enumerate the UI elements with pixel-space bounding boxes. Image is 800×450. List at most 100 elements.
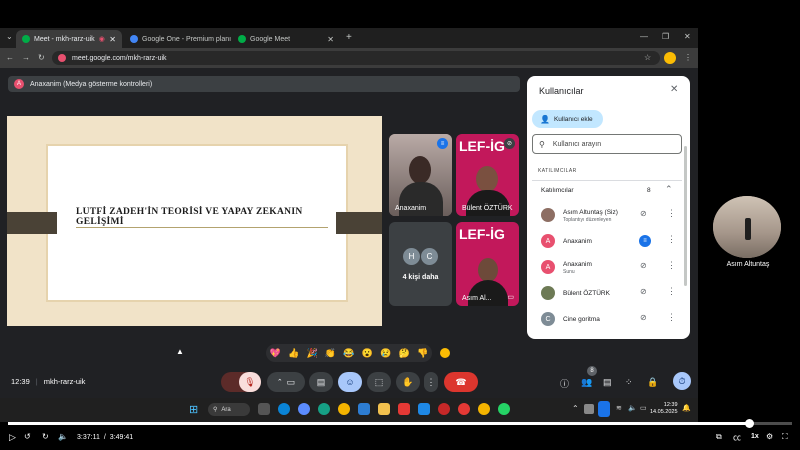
reaction-thumbs-down[interactable]: 👎 (417, 348, 428, 359)
chevron-up-icon[interactable]: ⌃ (572, 404, 579, 413)
captions-icon[interactable]: ㏄ (733, 432, 741, 443)
menu-kebab-icon[interactable]: ⋮ (684, 53, 692, 62)
tray-app-icon[interactable] (584, 404, 594, 414)
whatsapp-icon[interactable] (498, 403, 510, 415)
participant-row[interactable]: A Anaxanim Sunu ⊘ ⋮ (527, 256, 690, 278)
chevron-up-icon[interactable]: ⌃ (665, 184, 673, 195)
tab-search-icon[interactable]: ⌄ (6, 32, 13, 41)
taskbar-clock[interactable]: 12:39 14.05.2025 (650, 402, 678, 416)
close-icon[interactable]: ✕ (670, 84, 678, 95)
seek-knob[interactable] (745, 419, 754, 428)
rewind-icon[interactable]: ↺ (24, 432, 31, 441)
emoji-button[interactable]: ☺ (338, 372, 362, 392)
settings-app-icon[interactable] (278, 403, 290, 415)
participant-row[interactable]: A Anaxanim ≡ ⋮ (527, 230, 690, 252)
fullscreen-icon[interactable]: ⛶ (782, 432, 788, 442)
media-app-icon[interactable] (438, 403, 450, 415)
chat-icon[interactable]: ▤ (603, 377, 612, 388)
more-options-icon[interactable]: ⋮ (667, 208, 676, 219)
present-button[interactable]: ⬚ (367, 372, 391, 392)
new-tab-icon[interactable]: + (346, 32, 352, 43)
minimize-icon[interactable]: — (640, 32, 648, 41)
site-info-icon[interactable] (58, 54, 66, 62)
scrollbar[interactable] (684, 146, 687, 286)
volume-icon[interactable]: 🔈 (628, 404, 637, 412)
timer-icon[interactable]: ⏱ (673, 372, 691, 390)
tab-google-one[interactable]: Google One - Premium planı ✕ (124, 30, 232, 48)
reaction-clap[interactable]: 👏 (325, 348, 336, 359)
chrome-active-icon[interactable] (478, 403, 490, 415)
windows-start-icon[interactable]: ⊞ (189, 403, 198, 416)
more-options-icon[interactable]: ⋮ (667, 312, 676, 323)
playback-speed[interactable]: 1x (751, 433, 759, 440)
info-icon[interactable]: ⓘ (560, 377, 569, 390)
participant-tile-anaxanim[interactable]: ≡ Anaxanim (389, 134, 452, 216)
reaction-heart[interactable]: 💖 (270, 348, 281, 359)
participant-tile-asim[interactable]: LEF-İG Asım Al... ▭ (456, 222, 519, 306)
photos-icon[interactable] (358, 403, 370, 415)
people-icon[interactable]: 👥 (581, 377, 592, 388)
taskbar-search[interactable]: ⚲ Ara (208, 403, 250, 416)
edge-icon[interactable] (318, 403, 330, 415)
leave-call-button[interactable]: ☎ (444, 372, 478, 392)
copilot-icon[interactable] (298, 403, 310, 415)
presenting-banner[interactable]: A Anaxanim (Medya gösterme kontrolleri) (8, 76, 520, 92)
tray-mic-icon[interactable] (598, 401, 610, 417)
wifi-icon[interactable]: ≋ (616, 404, 622, 412)
youtube-icon[interactable] (398, 403, 410, 415)
participants-group-header[interactable]: Katılımcılar 8 ⌃ (532, 180, 682, 199)
task-view-icon[interactable] (258, 403, 270, 415)
more-participants-tile[interactable]: H C 4 kişi daha (389, 222, 452, 306)
file-explorer-icon[interactable] (378, 403, 390, 415)
raise-hand-button[interactable]: ✋ (396, 372, 420, 392)
host-controls-icon[interactable]: 🔒 (647, 377, 658, 388)
current-time: 3:37:11 (77, 434, 100, 441)
mic-off-icon[interactable]: 🎙 (239, 372, 261, 392)
self-video-bubble[interactable] (713, 196, 781, 258)
more-options-button[interactable]: ⋮ (424, 372, 438, 392)
address-bar[interactable]: meet.google.com/mkh-rarz-uik (52, 51, 660, 65)
back-icon[interactable]: ← (6, 53, 14, 62)
reaction-sad[interactable]: 😢 (380, 348, 391, 359)
notification-icon[interactable]: 🔔 (682, 404, 691, 412)
activities-icon[interactable]: ⁘ (625, 377, 633, 388)
skin-tone-icon[interactable] (440, 348, 450, 358)
restore-icon[interactable]: ❐ (662, 32, 669, 41)
tab-google-meet[interactable]: Google Meet ✕ (232, 30, 340, 48)
camera-toggle[interactable]: ⌃ ▭ (267, 372, 305, 392)
tab-meet[interactable]: Meet - mkh-rarz-uik ◉ ✕ (16, 30, 122, 48)
forward-icon[interactable]: ↻ (42, 432, 49, 441)
participant-row[interactable]: Bülent ÖZTÜRK ⊘ ⋮ (527, 282, 690, 304)
participant-row[interactable]: C Cine goritma ⊘ ⋮ (527, 308, 690, 330)
close-icon[interactable]: ✕ (109, 35, 116, 44)
more-options-icon[interactable]: ⋮ (667, 260, 676, 271)
reaction-laugh[interactable]: 😂 (343, 348, 354, 359)
search-input[interactable]: ⚲ Kullanıcı arayın (532, 134, 682, 154)
reload-icon[interactable]: ↻ (38, 53, 45, 62)
play-icon[interactable]: ▷ (9, 432, 16, 443)
reaction-thinking[interactable]: 🤔 (399, 348, 410, 359)
profile-avatar[interactable] (664, 52, 676, 64)
forward-icon[interactable]: → (22, 53, 30, 62)
app-icon[interactable] (418, 403, 430, 415)
cast-icon[interactable]: ⧉ (716, 432, 722, 442)
settings-gear-icon[interactable]: ⚙ (766, 432, 773, 441)
participant-row[interactable]: Asım Altuntaş (Siz) Toplantıyı düzenleye… (527, 204, 690, 226)
bookmark-star-icon[interactable]: ☆ (644, 53, 651, 62)
close-window-icon[interactable]: ✕ (684, 32, 691, 41)
chrome-profile-icon[interactable] (458, 403, 470, 415)
reaction-surprised[interactable]: 😮 (362, 348, 373, 359)
add-user-button[interactable]: 👤 Kullanıcı ekle (532, 110, 603, 128)
volume-icon[interactable]: 🔈 (58, 432, 68, 441)
reaction-thumbs-up[interactable]: 👍 (288, 348, 299, 359)
more-options-icon[interactable]: ⋮ (667, 234, 676, 245)
close-icon[interactable]: ✕ (327, 35, 334, 44)
chevron-up-icon[interactable]: ⌃ (277, 378, 287, 386)
reaction-party[interactable]: 🎉 (306, 348, 317, 359)
more-options-icon[interactable]: ⋮ (667, 286, 676, 297)
participant-tile-bulent[interactable]: LEF-İG ⊘ Bülent ÖZTÜRK (456, 134, 519, 216)
battery-icon[interactable]: ▭ (640, 404, 647, 412)
captions-button[interactable]: ▤ (309, 372, 333, 392)
chrome-icon[interactable] (338, 403, 350, 415)
mic-toggle[interactable]: ⌃ 🎙 (221, 372, 261, 392)
